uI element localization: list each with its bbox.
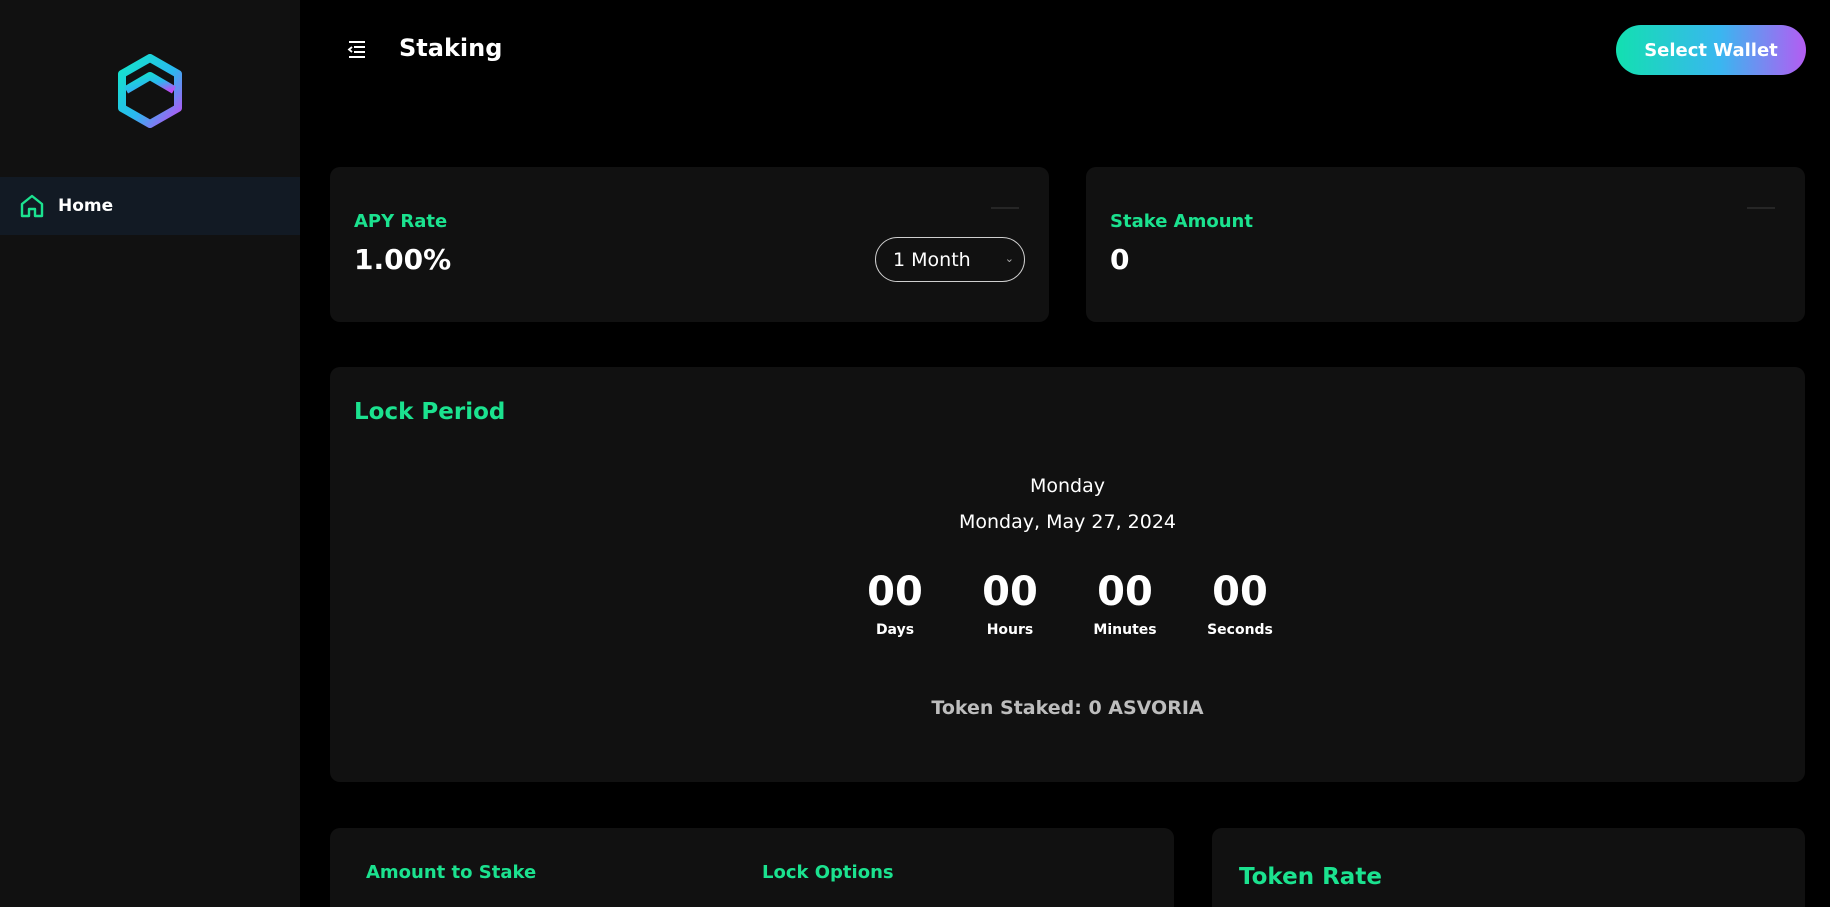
menu-collapse-icon[interactable] — [346, 38, 368, 60]
countdown-minutes: 00 Minutes — [1068, 570, 1183, 638]
countdown: 00 Days 00 Hours 00 Minutes 00 Seconds — [330, 570, 1805, 638]
lock-period-selected: 1 Month — [893, 248, 971, 271]
countdown-hours: 00 Hours — [953, 570, 1068, 638]
stake-amount-card: Stake Amount 0 — [1086, 167, 1805, 322]
countdown-label: Days — [875, 622, 915, 638]
apy-rate-label: APY Rate — [354, 211, 448, 232]
home-icon — [18, 192, 46, 220]
countdown-label: Minutes — [1093, 622, 1157, 638]
stake-form-card: Amount to Stake Lock Options — [330, 828, 1174, 907]
amount-to-stake-label: Amount to Stake — [366, 862, 537, 883]
lock-date: Monday, May 27, 2024 — [958, 511, 1176, 533]
countdown-value: 00 — [982, 569, 1038, 615]
select-wallet-button[interactable]: Select Wallet — [1616, 25, 1806, 75]
token-rate-card: Token Rate — [1212, 828, 1805, 907]
countdown-days: 00 Days — [838, 570, 953, 638]
countdown-value: 00 — [1212, 569, 1268, 615]
countdown-seconds: 00 Seconds — [1183, 570, 1298, 638]
card-divider — [1747, 207, 1775, 209]
lock-period-select[interactable]: 1 Month ⌄ — [875, 237, 1025, 282]
lock-options-label: Lock Options — [762, 862, 894, 883]
stake-amount-value: 0 — [1110, 243, 1130, 276]
lock-period-title: Lock Period — [354, 399, 506, 425]
chevron-down-icon: ⌄ — [1004, 252, 1014, 265]
topbar: Staking Select Wallet — [300, 0, 1830, 100]
sidebar-item-home[interactable]: Home — [0, 177, 300, 235]
lock-day: Monday — [1029, 475, 1105, 497]
sidebar: Home — [0, 0, 300, 907]
apy-rate-value: 1.00% — [354, 243, 452, 276]
token-rate-title: Token Rate — [1239, 864, 1382, 890]
apy-rate-card: APY Rate 1.00% 1 Month ⌄ — [330, 167, 1049, 322]
lock-period-card: Lock Period Monday Monday, May 27, 2024 … — [330, 367, 1805, 782]
countdown-label: Seconds — [1207, 622, 1273, 638]
hexagon-logo-icon[interactable] — [117, 54, 183, 128]
countdown-value: 00 — [1097, 569, 1153, 615]
countdown-label: Hours — [986, 622, 1034, 638]
token-staked-text: Token Staked: 0 ASVORIA — [931, 697, 1204, 719]
card-divider — [991, 207, 1019, 209]
countdown-value: 00 — [867, 569, 923, 615]
page-title: Staking — [399, 34, 503, 62]
sidebar-item-label: Home — [58, 196, 114, 216]
stake-amount-label: Stake Amount — [1110, 211, 1253, 232]
